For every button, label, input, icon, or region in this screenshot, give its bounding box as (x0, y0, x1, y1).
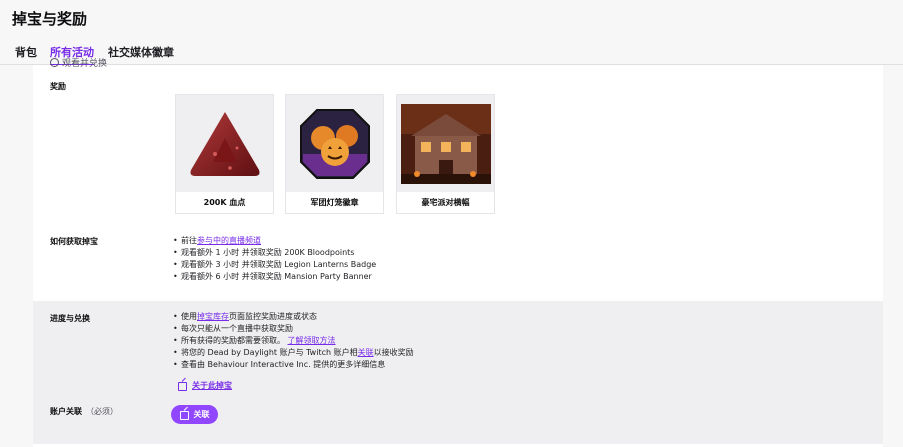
drops-inventory-link[interactable]: 掉宝库存 (197, 312, 229, 321)
list-item: 所有获得的奖励都需要领取。 了解领取方法 (172, 335, 414, 347)
mansion-banner-icon (397, 95, 494, 192)
participating-channels-link[interactable]: 参与中的直播频道 (197, 236, 261, 245)
about-drop-link[interactable]: 关于此掉宝 (178, 380, 232, 391)
list-item: 将您的 Dead by Daylight 账户与 Twitch 账户相关联以接收… (172, 347, 414, 359)
bloodpoints-triangle-icon (176, 95, 273, 192)
progress-label: 进度与兑换 (50, 314, 90, 323)
tab-bar: 背包 所有活动 社交媒体徽章 (0, 40, 903, 66)
list-item: 查看由 Behaviour Interactive Inc. 提供的更多详细信息 (172, 359, 414, 371)
progress-list: 使用掉宝库存页面监控奖励进度或状态 每次只能从一个直播中获取奖励 所有获得的奖励… (172, 311, 414, 371)
rewards-label: 奖励 (50, 82, 66, 91)
reward-card-bloodpoints[interactable]: 200K 血点 (175, 94, 274, 214)
reward-name: 军团灯笼徽章 (310, 198, 359, 207)
page-title: 掉宝与奖励 (12, 10, 88, 28)
connect-account-button[interactable]: 关联 (171, 405, 218, 424)
connect-account-link[interactable]: 关联 (358, 348, 374, 357)
list-item: 观看额外 1 小时 并领取奖励 200K Bloodpoints (172, 247, 376, 259)
tab-social-badges[interactable]: 社交媒体徽章 (108, 44, 174, 60)
how-to-list: 前往参与中的直播频道 观看额外 1 小时 并领取奖励 200K Bloodpoi… (172, 235, 376, 283)
how-to-label: 如何获取掉宝 (50, 237, 98, 246)
watch-redeem-label: 观看并兑换 (50, 57, 107, 68)
reward-card-legion-lanterns[interactable]: 军团灯笼徽章 (285, 94, 384, 214)
reward-card-mansion-banner[interactable]: 豪宅派对横幅 (396, 94, 495, 214)
list-item: 观看额外 3 小时 并领取奖励 Legion Lanterns Badge (172, 259, 376, 271)
external-link-icon (179, 410, 189, 420)
learn-claim-link[interactable]: 了解领取方法 (288, 336, 336, 345)
progress-section (33, 301, 883, 444)
reward-name: 豪宅派对横幅 (421, 198, 470, 207)
watch-icon (50, 58, 59, 67)
account-link-label: 账户关联 （必须） (50, 407, 118, 416)
list-item: 观看额外 6 小时 并领取奖励 Mansion Party Banner (172, 271, 376, 283)
list-item: 每次只能从一个直播中获取奖励 (172, 323, 414, 335)
tab-inventory[interactable]: 背包 (15, 44, 37, 60)
external-link-icon (178, 381, 187, 391)
reward-name: 200K 血点 (203, 198, 246, 207)
list-item: 前往参与中的直播频道 (172, 235, 376, 247)
pumpkin-lanterns-icon (286, 95, 383, 192)
list-item: 使用掉宝库存页面监控奖励进度或状态 (172, 311, 414, 323)
